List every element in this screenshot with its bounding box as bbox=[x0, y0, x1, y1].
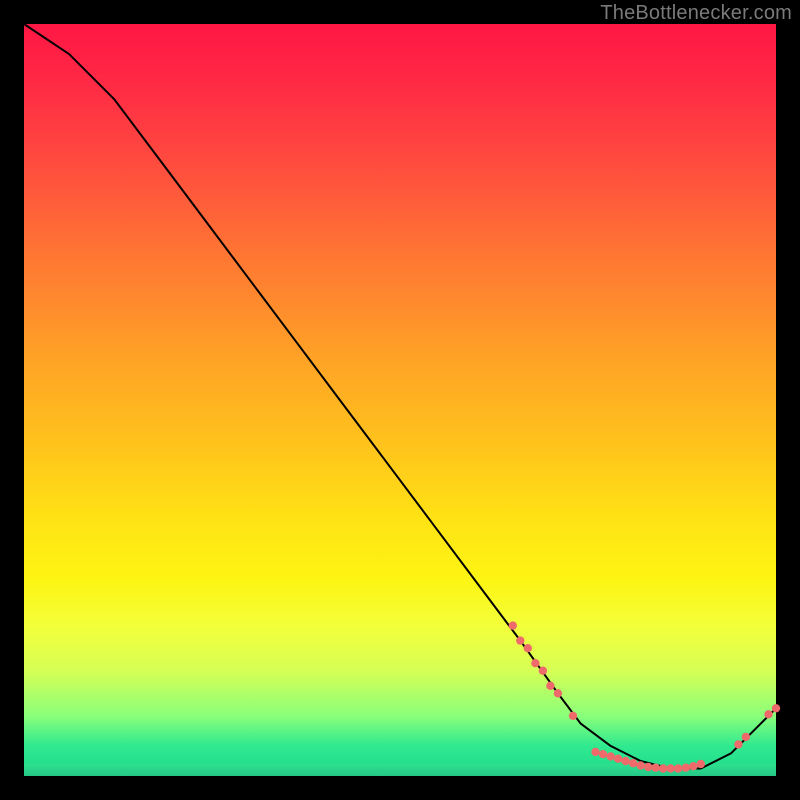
data-point bbox=[689, 762, 697, 770]
data-point bbox=[636, 761, 644, 769]
data-point bbox=[509, 621, 517, 629]
data-point bbox=[591, 748, 599, 756]
data-point bbox=[697, 760, 705, 768]
data-point bbox=[644, 763, 652, 771]
data-point bbox=[674, 764, 682, 772]
data-point bbox=[524, 644, 532, 652]
data-point bbox=[516, 636, 524, 644]
chart-stage: TheBottlenecker.com bbox=[0, 0, 800, 800]
data-point bbox=[606, 752, 614, 760]
data-point bbox=[539, 667, 547, 675]
data-point bbox=[652, 764, 660, 772]
data-point bbox=[546, 682, 554, 690]
data-point bbox=[599, 750, 607, 758]
data-point bbox=[764, 710, 772, 718]
data-point bbox=[614, 755, 622, 763]
data-point bbox=[554, 689, 562, 697]
data-point bbox=[772, 704, 780, 712]
data-point bbox=[682, 764, 690, 772]
chart-svg bbox=[24, 24, 776, 776]
data-point bbox=[629, 759, 637, 767]
series-dots bbox=[509, 621, 781, 772]
data-point bbox=[531, 659, 539, 667]
data-point bbox=[734, 740, 742, 748]
watermark-text: TheBottlenecker.com bbox=[600, 2, 792, 25]
data-point bbox=[742, 733, 750, 741]
data-point bbox=[621, 757, 629, 765]
data-point bbox=[667, 764, 675, 772]
plot-area bbox=[24, 24, 776, 776]
data-point bbox=[569, 712, 577, 720]
bottleneck-curve bbox=[24, 24, 776, 769]
data-point bbox=[659, 764, 667, 772]
